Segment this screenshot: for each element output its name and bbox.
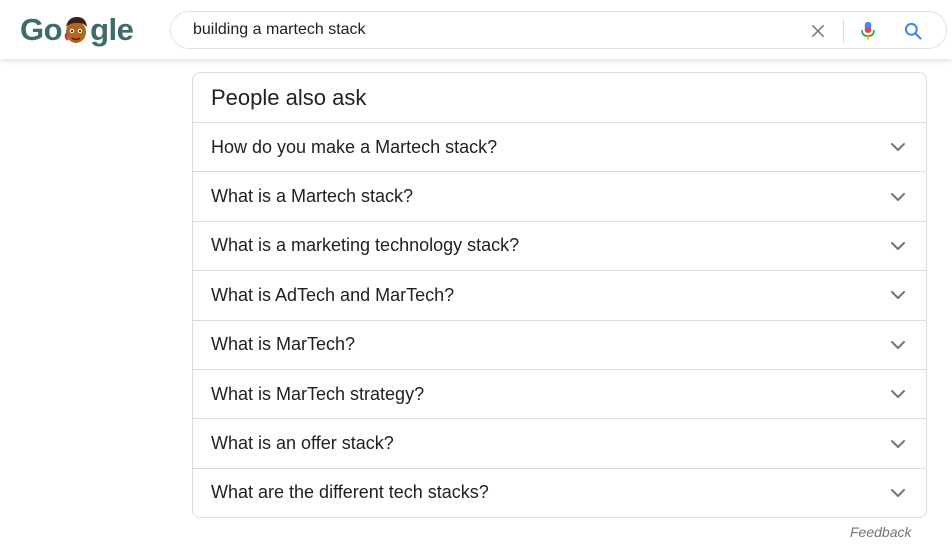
search-divider (843, 19, 844, 43)
paa-question-list: How do you make a Martech stack? What is… (193, 122, 926, 517)
chevron-down-icon (888, 137, 908, 157)
close-icon (812, 25, 824, 37)
feedback-link[interactable]: Feedback (850, 524, 911, 540)
chevron-down-icon (888, 187, 908, 207)
chevron-down-icon (888, 483, 908, 503)
chevron-down-icon (888, 285, 908, 305)
search-input[interactable] (193, 20, 793, 40)
paa-question-text: What is an offer stack? (211, 433, 394, 454)
paa-question-text: What is a Martech stack? (211, 186, 414, 207)
paa-question[interactable]: What is MarTech strategy? (193, 368, 926, 418)
voice-search-button[interactable] (857, 20, 879, 42)
people-also-ask-panel: People also ask How do you make a Martec… (192, 72, 927, 518)
search-box (170, 11, 947, 49)
paa-question[interactable]: What is a marketing technology stack? (193, 220, 926, 270)
logo-letter-g: G (20, 12, 44, 47)
paa-question[interactable]: What is AdTech and MarTech? (193, 270, 926, 319)
paa-question-text: What are the different tech stacks? (211, 482, 489, 503)
paa-question[interactable]: What is MarTech? (193, 319, 926, 369)
paa-question-text: What is AdTech and MarTech? (211, 284, 455, 305)
chevron-down-icon (888, 434, 908, 454)
logo-letter-o: o (43, 12, 63, 47)
chevron-down-icon (888, 236, 908, 256)
logo-letter-l: l (108, 12, 118, 47)
paa-heading: People also ask (211, 85, 367, 110)
header-bar: G o g l e (0, 0, 952, 59)
microphone-icon (861, 21, 875, 40)
chevron-down-icon (888, 384, 908, 404)
paa-question-text: What is MarTech? (211, 334, 356, 355)
clear-search-button[interactable] (807, 20, 829, 42)
paa-question-text: What is MarTech strategy? (211, 383, 425, 404)
chevron-down-icon (888, 335, 908, 355)
paa-question[interactable]: How do you make a Martech stack? (193, 122, 926, 171)
paa-question[interactable]: What are the different tech stacks? (193, 467, 926, 517)
paa-question-text: What is a marketing technology stack? (211, 235, 520, 256)
doodle-face-icon (64, 17, 88, 43)
search-button[interactable] (902, 20, 924, 42)
search-icon (904, 22, 922, 40)
paa-question[interactable]: What is a Martech stack? (193, 171, 926, 220)
logo-letter-e: e (116, 12, 134, 47)
logo-letter-g2: g (90, 12, 109, 47)
paa-question[interactable]: What is an offer stack? (193, 418, 926, 467)
google-doodle-logo[interactable]: G o g l e (20, 10, 134, 50)
paa-question-text: How do you make a Martech stack? (211, 136, 498, 157)
